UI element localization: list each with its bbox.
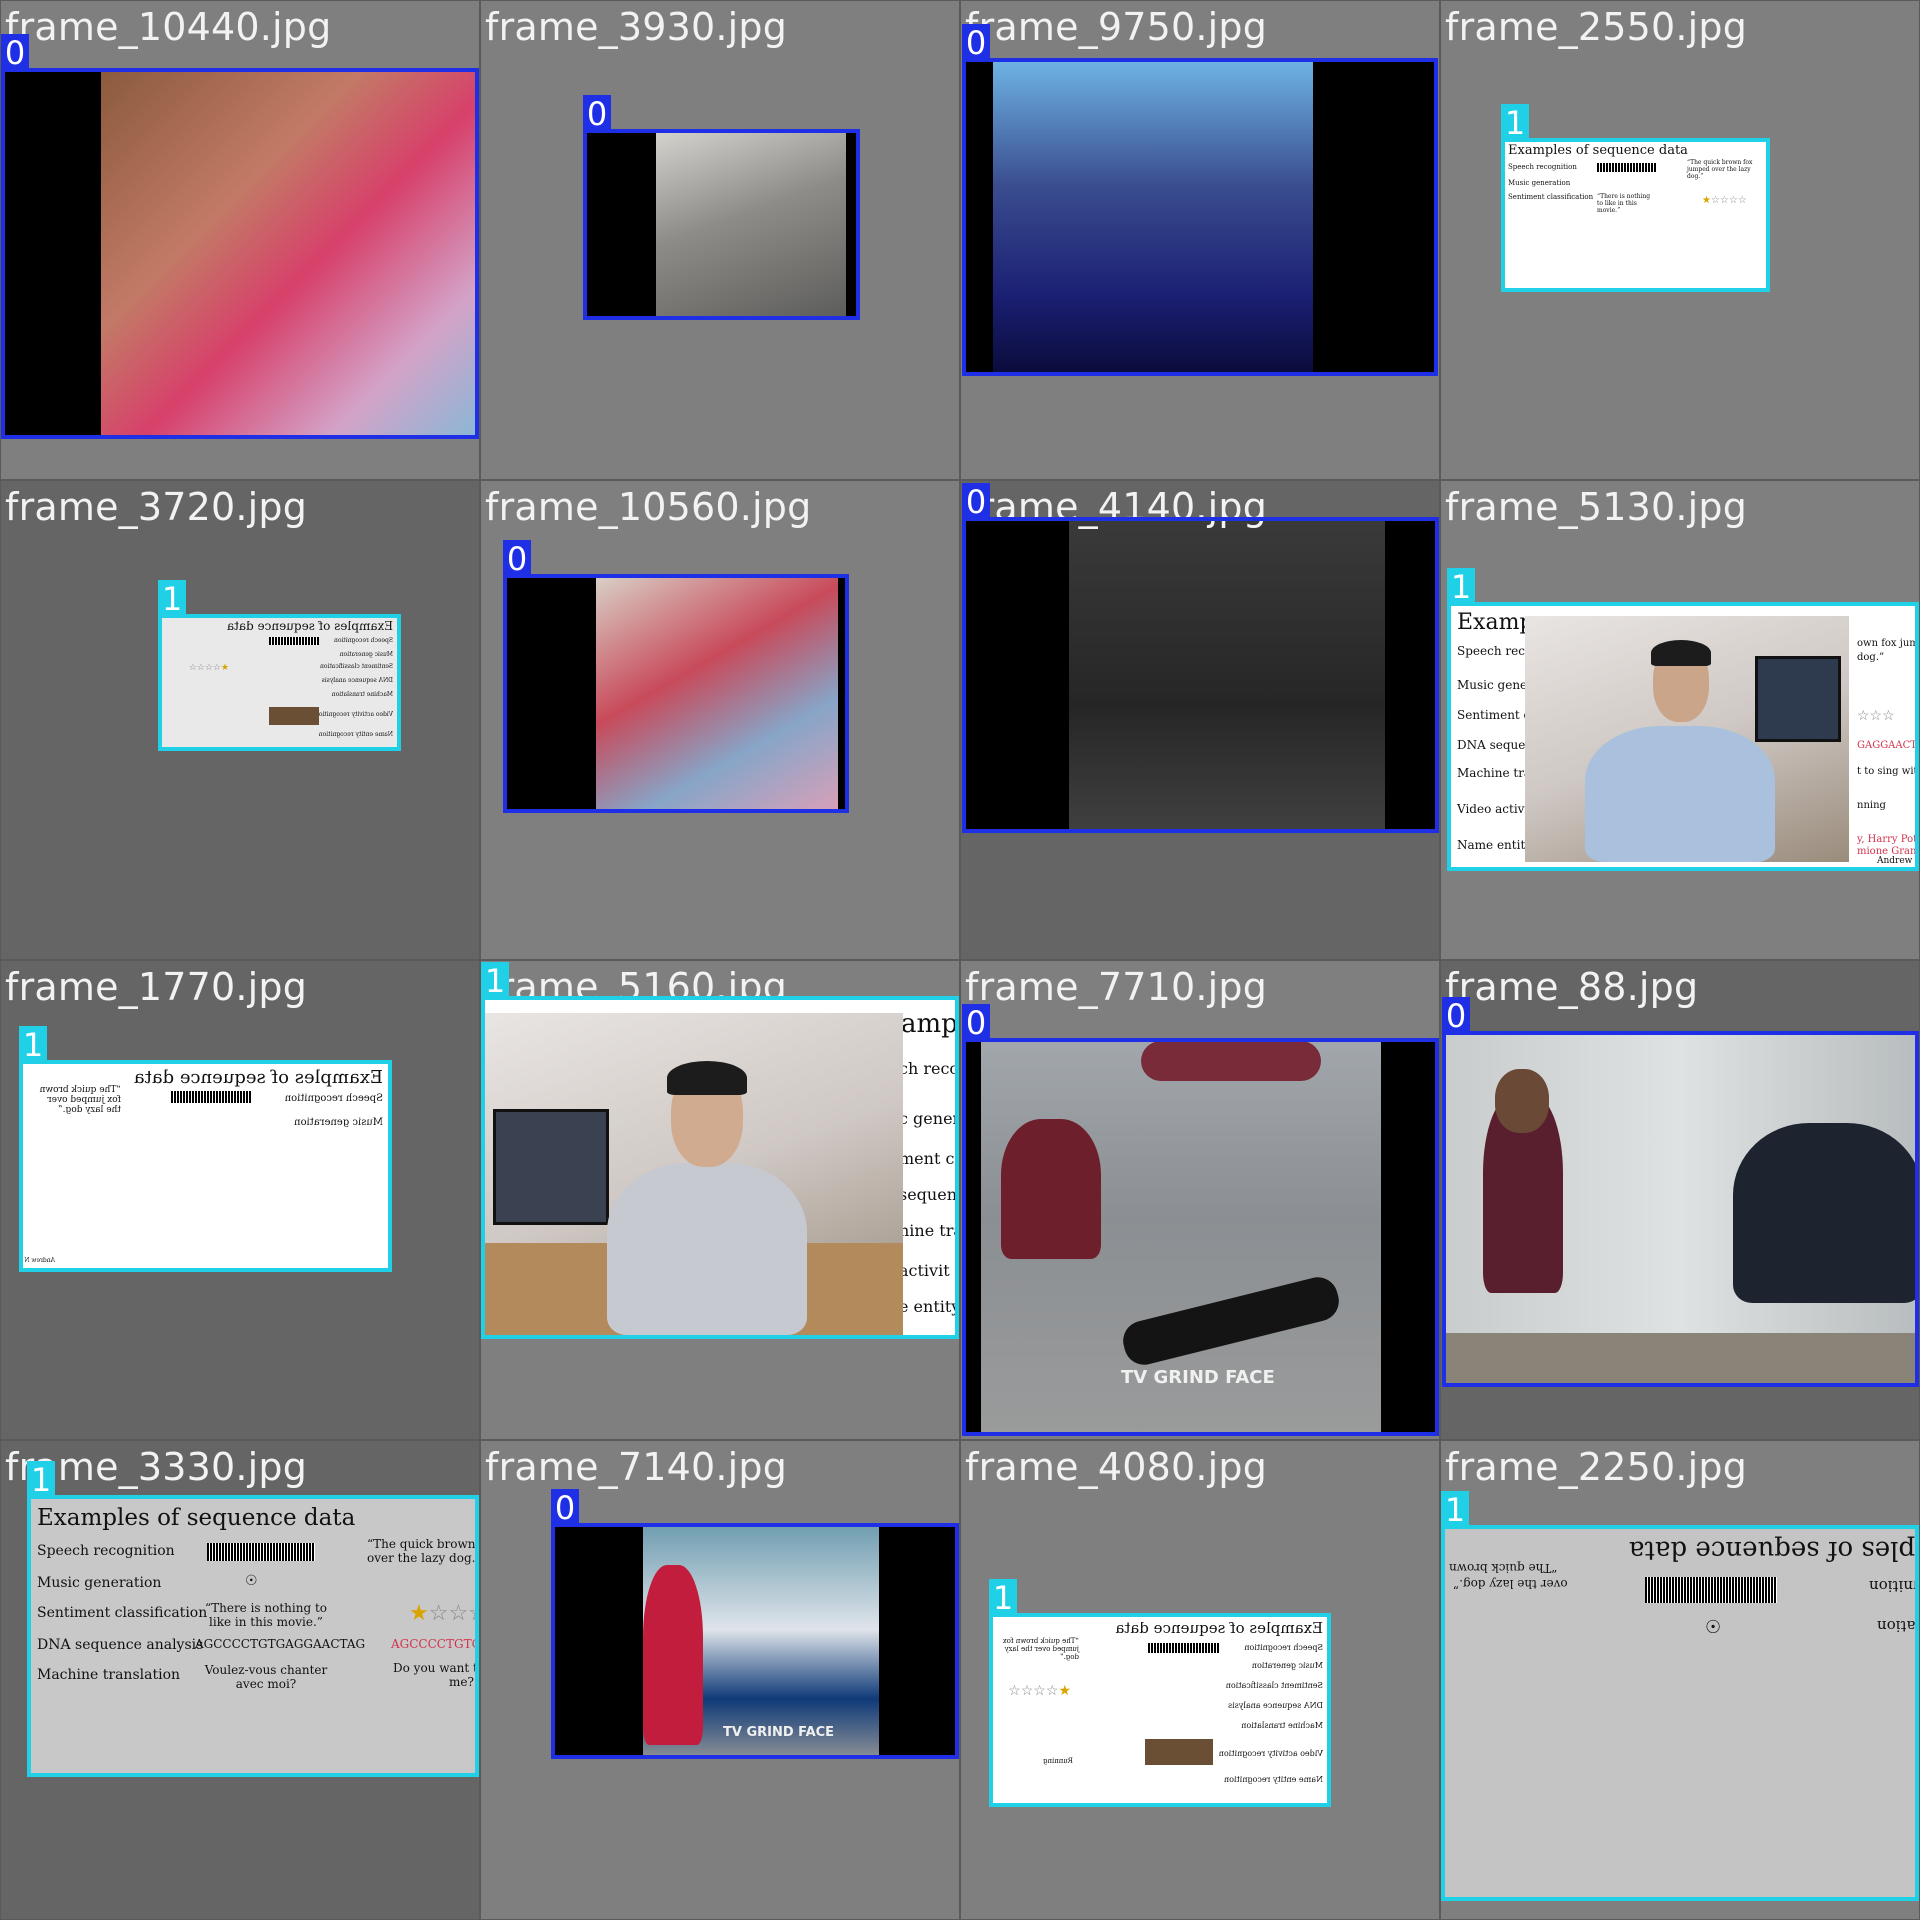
frame-filename: frame_10560.jpg — [485, 485, 812, 529]
frame-filename: frame_4080.jpg — [965, 1445, 1268, 1489]
tile-frame-5130[interactable]: Examp Speech recog Music gener Sentiment… — [1441, 481, 1919, 959]
tile-frame-3930[interactable]: frame_3930.jpg 0 — [481, 1, 959, 479]
class-label: 1 — [1447, 568, 1475, 606]
frame-filename: frame_2550.jpg — [1445, 5, 1748, 49]
frame-image — [1, 69, 479, 439]
tile-frame-9750[interactable]: frame_9750.jpg 0 — [961, 1, 1439, 479]
frame-filename: frame_3720.jpg — [5, 485, 308, 529]
class-label: 0 — [503, 540, 531, 578]
frame-image — [963, 519, 1437, 831]
slide-image: Examp Speech recog Music gener Sentiment… — [1449, 604, 1919, 868]
presenter-video — [1525, 616, 1849, 862]
slide-image: Examples of sequence data Speech recogni… — [1502, 139, 1768, 289]
watermark: TV GRIND FACE — [1121, 1367, 1275, 1388]
class-label: 0 — [551, 1489, 579, 1527]
tile-frame-10560[interactable]: frame_10560.jpg 0 — [481, 481, 959, 959]
tile-frame-2250[interactable]: ples of sequence data “The quick brown o… — [1441, 1441, 1919, 1919]
tile-frame-88[interactable]: frame_88.jpg 0 — [1441, 961, 1919, 1439]
frame-image — [1443, 1033, 1919, 1385]
tile-frame-7710[interactable]: TV GRIND FACE frame_7710.jpg 0 — [961, 961, 1439, 1439]
class-label: 1 — [19, 1026, 47, 1064]
class-label: 0 — [583, 95, 611, 133]
slide-image: amp ch recog c gener ment c sequen nine … — [483, 997, 959, 1335]
frame-image: TV GRIND FACE — [963, 1039, 1439, 1435]
slide-image: Examples of sequence data Speech recogni… — [29, 1497, 479, 1775]
presenter-video — [485, 1013, 903, 1335]
frame-filename: frame_5130.jpg — [1445, 485, 1748, 529]
frame-filename: frame_88.jpg — [1445, 965, 1699, 1009]
watermark: TV GRIND FACE — [723, 1725, 835, 1740]
class-label: 1 — [158, 580, 186, 618]
slide-image: Examples of sequence data Speech recogni… — [21, 1061, 391, 1269]
frame-filename: frame_9750.jpg — [965, 5, 1268, 49]
tile-frame-4140[interactable]: frame_4140.jpg 0 — [961, 481, 1439, 959]
frame-filename: frame_3930.jpg — [485, 5, 788, 49]
tile-frame-3330[interactable]: Examples of sequence data Speech recogni… — [1, 1441, 479, 1919]
frame-filename: frame_2250.jpg — [1445, 1445, 1748, 1489]
frame-filename: frame_10440.jpg — [5, 5, 332, 49]
slide-image: Examples of sequence data Speech recogni… — [991, 1615, 1329, 1805]
slide-image: Examples of sequence data Speech recogni… — [159, 615, 399, 748]
class-label: 1 — [989, 1579, 1017, 1617]
frame-filename: frame_4140.jpg — [965, 485, 1268, 529]
tile-frame-5160[interactable]: amp ch recog c gener ment c sequen nine … — [481, 961, 959, 1439]
frame-image — [584, 130, 859, 318]
frame-filename: frame_1770.jpg — [5, 965, 308, 1009]
class-label: 1 — [1441, 1491, 1469, 1529]
class-label: 0 — [962, 1004, 990, 1042]
frame-filename: frame_7710.jpg — [965, 965, 1268, 1009]
frame-image: TV GRIND FACE — [553, 1525, 959, 1757]
frame-image — [504, 575, 848, 811]
frame-filename: frame_3330.jpg — [5, 1445, 308, 1489]
class-label: 1 — [1501, 104, 1529, 142]
tile-frame-7140[interactable]: TV GRIND FACE frame_7140.jpg 0 — [481, 1441, 959, 1919]
slide-image: ples of sequence data “The quick brown o… — [1443, 1527, 1919, 1899]
tile-frame-10440[interactable]: frame_10440.jpg 0 — [1, 1, 479, 479]
tile-frame-4080[interactable]: Examples of sequence data Speech recogni… — [961, 1441, 1439, 1919]
frame-image — [963, 59, 1437, 375]
tile-frame-3720[interactable]: Examples of sequence data Speech recogni… — [1, 481, 479, 959]
mosaic-grid: frame_10440.jpg 0 frame_3930.jpg 0 frame… — [0, 0, 1920, 1920]
frame-filename: frame_7140.jpg — [485, 1445, 788, 1489]
tile-frame-2550[interactable]: Examples of sequence data Speech recogni… — [1441, 1, 1919, 479]
tile-frame-1770[interactable]: Examples of sequence data Speech recogni… — [1, 961, 479, 1439]
